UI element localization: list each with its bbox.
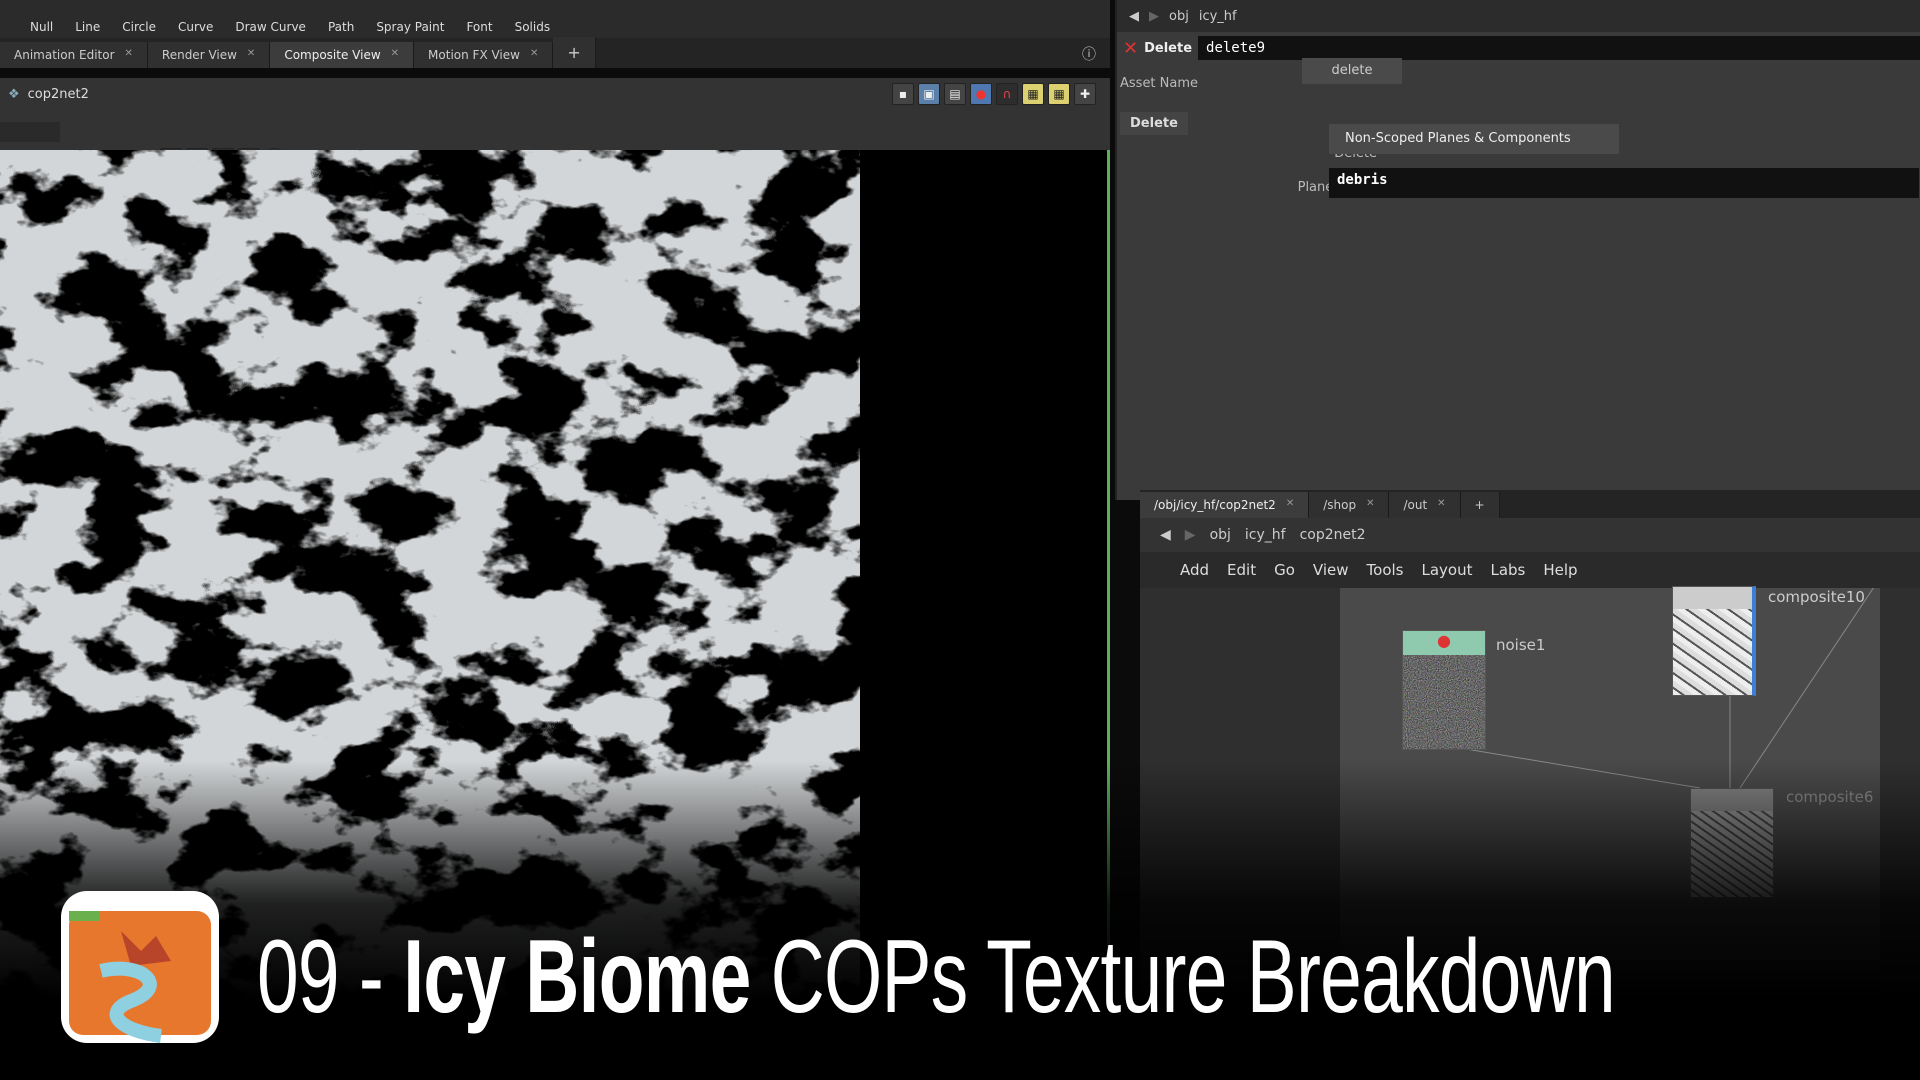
snap-magnet-icon[interactable]: ∩	[996, 83, 1018, 105]
title-bold: Icy Biome	[403, 919, 751, 1035]
path-icy-hf[interactable]: icy_hf	[1245, 527, 1286, 543]
canyon-logo-icon	[69, 911, 211, 1043]
tab-out[interactable]: /out ✕	[1389, 492, 1461, 518]
tab-delete[interactable]: Delete	[1120, 112, 1188, 135]
network-name[interactable]: cop2net2	[28, 87, 89, 102]
delete-mode-select[interactable]: Non-Scoped Planes & Components	[1329, 124, 1619, 154]
close-icon[interactable]: ✕	[247, 48, 255, 62]
parameter-panel: ◀ ▶ obj icy_hf ✕ Delete delete9 Asset Na…	[1115, 0, 1920, 500]
viewer-path-bar: ❖ cop2net2 ▪ ▣ ▤ ● ∩ ▦ ▦ ✚	[0, 78, 1110, 110]
path-cop2net2[interactable]: cop2net2	[1300, 527, 1366, 543]
tab-motion-fx-view[interactable]: Motion FX View ✕	[414, 42, 554, 68]
path-obj[interactable]: obj	[1169, 9, 1189, 24]
menu-layout[interactable]: Layout	[1421, 561, 1472, 579]
title-number: 09 -	[257, 919, 404, 1035]
back-arrow-icon[interactable]: ◀	[1129, 9, 1139, 24]
grid-icon[interactable]: ▦	[1048, 83, 1070, 105]
network-menu-bar: Add Edit Go View Tools Layout Labs Help	[1140, 552, 1920, 588]
tab-animation-editor[interactable]: Animation Editor ✕	[0, 42, 148, 68]
composite-node-icon	[1673, 587, 1752, 609]
menu-labs[interactable]: Labs	[1490, 561, 1525, 579]
tab-label: Animation Editor	[14, 48, 115, 62]
title-rest: COPs Texture Breakdown	[750, 919, 1616, 1035]
node-label: composite10	[1768, 588, 1865, 606]
network-tab-bar: /obj/icy_hf/cop2net2 ✕ /shop ✕ /out ✕ +	[1140, 490, 1920, 518]
asset-name-select[interactable]: delete	[1302, 58, 1402, 84]
tab-composite-view[interactable]: Composite View ✕	[270, 42, 415, 68]
viewer-tab-bar: Animation Editor ✕ Render View ✕ Composite…	[0, 37, 1110, 68]
path-obj[interactable]: obj	[1210, 527, 1231, 543]
close-icon[interactable]: ✕	[1286, 498, 1294, 512]
shelf-tool-solids[interactable]: Solids	[515, 20, 551, 38]
add-tab-button[interactable]: +	[1460, 492, 1500, 518]
close-icon[interactable]: ✕	[1366, 498, 1374, 512]
network-icon: ❖	[8, 86, 20, 102]
node-name-field[interactable]: delete9	[1198, 36, 1920, 60]
shelf-tool-curve[interactable]: Curve	[178, 20, 213, 38]
noise-thumbnail	[1403, 655, 1485, 749]
delete-node-icon: ✕	[1123, 37, 1139, 59]
node-composite10[interactable]	[1672, 586, 1756, 696]
menu-help[interactable]: Help	[1543, 561, 1577, 579]
node-type-label: Delete	[1144, 40, 1193, 56]
display-option-button[interactable]: ▣	[918, 83, 940, 105]
flipbook-icon[interactable]: ●	[970, 83, 992, 105]
tab-shop[interactable]: /shop ✕	[1309, 492, 1390, 518]
forward-arrow-icon[interactable]: ▶	[1149, 9, 1159, 24]
tab-label: Motion FX View	[428, 48, 520, 62]
checker-icon[interactable]: ▦	[1022, 83, 1044, 105]
display-option-button[interactable]: ▤	[944, 83, 966, 105]
menu-add[interactable]: Add	[1180, 561, 1209, 579]
path-icy-hf[interactable]: icy_hf	[1199, 9, 1237, 24]
tab-cop2net2[interactable]: /obj/icy_hf/cop2net2 ✕	[1140, 492, 1310, 518]
close-icon[interactable]: ✕	[391, 48, 399, 62]
asset-name-label: Asset Name	[1120, 76, 1199, 91]
tab-label: /shop	[1323, 498, 1357, 512]
crosshair-icon[interactable]: ✚	[1074, 83, 1096, 105]
composite-thumbnail	[1673, 609, 1752, 695]
menu-go[interactable]: Go	[1274, 561, 1295, 579]
shelf-toolbar: Null Line Circle Curve Draw Curve Path S…	[0, 0, 1110, 38]
shelf-tool-circle[interactable]: Circle	[122, 20, 156, 38]
menu-edit[interactable]: Edit	[1227, 561, 1256, 579]
tab-render-view[interactable]: Render View ✕	[147, 42, 271, 68]
forward-arrow-icon[interactable]: ▶	[1185, 527, 1196, 543]
course-logo	[61, 891, 219, 1043]
shelf-tool-line[interactable]: Line	[75, 20, 100, 38]
plane-scope-field[interactable]: debris	[1329, 168, 1919, 198]
node-noise1[interactable]: ●	[1402, 630, 1486, 750]
back-arrow-icon[interactable]: ◀	[1160, 527, 1171, 543]
frame-stepper[interactable]	[0, 122, 60, 142]
shelf-tool-path[interactable]: Path	[328, 20, 354, 38]
tab-label: /out	[1403, 498, 1428, 512]
noise-node-icon: ●	[1403, 631, 1485, 655]
tab-label: Render View	[161, 48, 237, 62]
node-label: noise1	[1496, 636, 1546, 654]
close-icon[interactable]: ✕	[530, 48, 538, 62]
display-option-button[interactable]: ▪	[892, 83, 914, 105]
close-icon[interactable]: ✕	[1437, 498, 1445, 512]
video-title: 09 - Icy Biome COPs Texture Breakdown	[257, 918, 1616, 1037]
help-icon[interactable]: ⓘ	[1082, 44, 1096, 64]
menu-view[interactable]: View	[1313, 561, 1349, 579]
shelf-tool-null[interactable]: Null	[30, 20, 53, 38]
tab-label: /obj/icy_hf/cop2net2	[1154, 498, 1276, 512]
tab-label: Composite View	[284, 48, 381, 62]
shelf-tool-font[interactable]: Font	[466, 20, 492, 38]
add-tab-button[interactable]: +	[553, 37, 596, 68]
shelf-tool-draw-curve[interactable]: Draw Curve	[235, 20, 306, 38]
menu-tools[interactable]: Tools	[1367, 561, 1404, 579]
close-icon[interactable]: ✕	[125, 48, 133, 62]
shelf-tool-spray-paint[interactable]: Spray Paint	[376, 20, 444, 38]
